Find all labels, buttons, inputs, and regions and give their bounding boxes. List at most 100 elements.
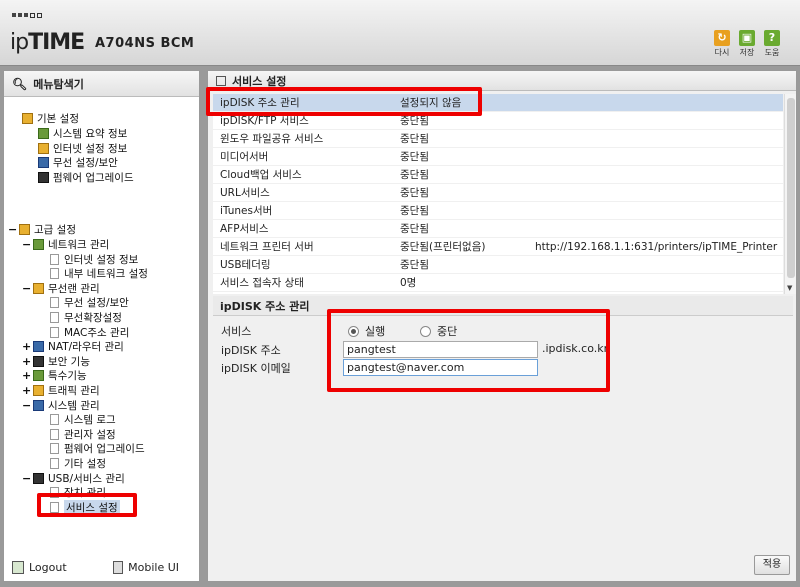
cell-name: iTunes서버 — [220, 205, 273, 217]
menu-item-label: 시스템 관리 — [48, 399, 100, 412]
save-button[interactable]: ▣ 저장 — [737, 30, 757, 58]
menu-item[interactable]: 인터넷 설정 정보 — [50, 252, 138, 267]
toolbar-button-label: 저장 — [739, 48, 755, 57]
run-radio[interactable]: 실행 — [348, 323, 385, 339]
radio-selected-icon — [348, 325, 359, 337]
table-row[interactable]: iTunes서버 중단됨 — [213, 202, 783, 220]
menu-group[interactable]: − 무선랜 관리 — [22, 281, 100, 296]
cell-status: 중단됨 — [400, 205, 429, 217]
cell-name: USB테더링 — [220, 259, 271, 271]
expander-icon[interactable]: − — [22, 238, 31, 251]
table-row[interactable]: ipDISK 주소 관리 설정되지 않음 — [213, 94, 783, 112]
table-row[interactable]: URL서비스 중단됨 — [213, 184, 783, 202]
expander-icon[interactable]: + — [22, 369, 31, 382]
cell-status: 중단됨 — [400, 115, 429, 127]
service-list-scrollbar[interactable]: ▼ — [784, 94, 796, 294]
table-row[interactable]: Cloud백업 서비스 중단됨 — [213, 166, 783, 184]
apply-button[interactable]: 적용 — [754, 555, 790, 575]
menu-item[interactable]: 기타 설정 — [50, 456, 106, 471]
folder-icon — [22, 113, 33, 124]
menu-item[interactable]: 무선확장설정 — [50, 310, 122, 325]
menu-explorer-panel: 🔍︎ 메뉴탐색기 기본 설정 시스템 요약 정보 인터넷 설정 정보 무선 설정/보안… — [3, 70, 200, 582]
menu-group[interactable]: − USB/서비스 관리 — [22, 471, 125, 486]
menu-item-label: 시스템 로그 — [64, 414, 116, 427]
menu-group[interactable]: + 특수기능 — [22, 368, 87, 383]
expander-icon[interactable]: − — [22, 282, 31, 295]
stop-radio[interactable]: 중단 — [420, 323, 457, 339]
menu-item[interactable]: 무선 설정/보안 — [50, 295, 129, 310]
cell-name: URL서비스 — [220, 187, 270, 199]
cell-status: 중단됨 — [400, 223, 429, 235]
menu-item-label: 네트워크 관리 — [48, 239, 110, 251]
detail-section-title: ipDISK 주소 관리 — [213, 296, 793, 316]
logo-dots-icon — [12, 13, 42, 18]
cell-status: 0명 — [400, 277, 417, 289]
logout-icon — [12, 560, 24, 574]
refresh-button[interactable]: ↻ 다시 — [712, 30, 732, 58]
page-icon — [50, 458, 59, 469]
page-icon — [50, 443, 59, 455]
menu-item[interactable]: 장치 관리 — [50, 485, 106, 500]
mobile-ui-button[interactable]: Mobile UI — [113, 560, 179, 574]
menu-basic-item[interactable]: 펌웨어 업그레이드 — [38, 170, 134, 185]
folder-icon — [33, 370, 44, 382]
expander-icon[interactable]: − — [22, 399, 31, 412]
menu-basic-item[interactable]: 무선 설정/보안 — [38, 155, 118, 170]
brand-logo: ipTIME — [10, 30, 85, 55]
toolbar-button-label: 다시 — [714, 48, 730, 57]
menu-group[interactable]: − 시스템 관리 — [22, 398, 100, 413]
cell-status: 중단됨 — [400, 187, 429, 199]
table-row[interactable]: USB테더링 중단됨 — [213, 256, 783, 274]
folder-icon — [38, 171, 49, 183]
table-row[interactable]: AFP서비스 중단됨 — [213, 220, 783, 238]
cell-status: 중단됨 — [400, 169, 429, 181]
menu-basic-item[interactable]: 인터넷 설정 정보 — [38, 141, 127, 156]
menu-item[interactable]: 펌웨어 업그레이드 — [50, 441, 145, 456]
logout-button[interactable]: Logout — [12, 560, 67, 574]
expander-icon[interactable]: − — [22, 472, 31, 485]
page-icon — [50, 501, 59, 513]
menu-item-label: 인터넷 설정 정보 — [64, 253, 139, 266]
menu-item-label: 시스템 요약 정보 — [53, 128, 128, 140]
folder-icon — [33, 239, 44, 250]
cell-name: AFP서비스 — [220, 223, 269, 235]
expander-icon[interactable]: − — [8, 223, 17, 236]
service-label: 서비스 — [221, 325, 252, 338]
menu-item[interactable]: MAC주소 관리 — [50, 325, 129, 340]
cell-status: 설정되지 않음 — [400, 97, 462, 109]
folder-icon — [33, 282, 44, 294]
help-button[interactable]: ? 도움 — [762, 30, 782, 58]
expander-icon[interactable]: + — [22, 340, 31, 353]
table-row[interactable]: 네트워크 프린터 서버 중단됨(프린터없음) http://192.168.1.1:… — [213, 238, 783, 256]
menu-group[interactable]: + NAT/라우터 관리 — [22, 339, 124, 354]
menu-group[interactable]: − 네트워크 관리 — [22, 237, 109, 252]
menu-advanced-settings[interactable]: − 고급 설정 — [8, 222, 76, 237]
expander-icon[interactable]: + — [22, 384, 31, 397]
menu-item-label: 기타 설정 — [64, 458, 106, 470]
menu-item[interactable]: 관리자 설정 — [50, 427, 116, 442]
menu-item[interactable]: 시스템 로그 — [50, 412, 116, 427]
table-row[interactable]: 서비스 접속자 상태 0명 — [213, 274, 783, 292]
cell-status: 중단됨 — [400, 133, 429, 145]
menu-item-label: 내부 네트워크 설정 — [64, 268, 148, 281]
menu-basic-settings[interactable]: 기본 설정 — [22, 111, 79, 126]
folder-icon — [38, 142, 49, 154]
expander-icon[interactable]: + — [22, 355, 31, 368]
cell-name: 서비스 접속자 상태 — [220, 277, 304, 289]
email-input[interactable]: pangtest@naver.com — [343, 359, 538, 376]
menu-group[interactable]: + 보안 기능 — [22, 354, 90, 369]
service-list: ipDISK 주소 관리 설정되지 않음 ipDISK/FTP 서비스 중단됨 윈도우 … — [213, 94, 783, 294]
table-row[interactable]: ipDISK/FTP 서비스 중단됨 — [213, 112, 783, 130]
cell-extra: http://192.168.1.1:631/printers/ipTIME_P… — [535, 240, 778, 253]
folder-icon — [33, 472, 44, 484]
table-row[interactable]: 윈도우 파일공유 서비스 중단됨 — [213, 130, 783, 148]
model-name: A704NS BCM — [95, 36, 195, 51]
address-input[interactable]: pangtest — [343, 341, 538, 358]
menu-group[interactable]: + 트래픽 관리 — [22, 383, 100, 398]
page-icon — [50, 312, 59, 323]
table-row[interactable]: 미디어서버 중단됨 — [213, 148, 783, 166]
menu-item[interactable]: 내부 네트워크 설정 — [50, 266, 148, 281]
menu-item-service-settings[interactable]: 서비스 설정 — [50, 499, 120, 515]
menu-item-label: 서비스 설정 — [64, 499, 120, 515]
menu-basic-item[interactable]: 시스템 요약 정보 — [38, 126, 127, 141]
